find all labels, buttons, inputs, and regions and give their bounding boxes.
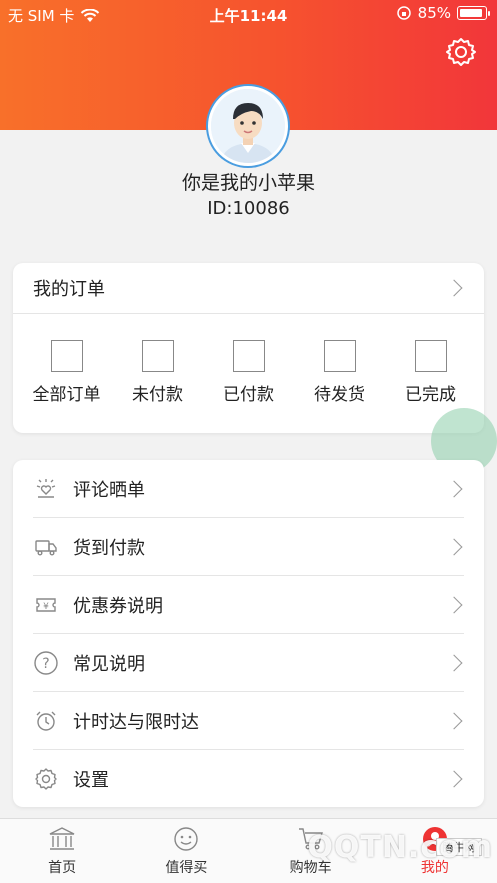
battery-icon — [457, 6, 490, 20]
order-status-label: 已付款 — [223, 385, 274, 405]
menu-item-label: 货到付款 — [73, 538, 145, 559]
question-icon: ? — [33, 650, 59, 676]
gear-icon — [33, 766, 59, 792]
avatar[interactable] — [208, 86, 288, 166]
menu-item-label: 评论晒单 — [73, 480, 145, 501]
truck-icon — [33, 534, 59, 560]
menu-item-cod[interactable]: 货到付款 — [13, 518, 484, 576]
face-icon — [171, 825, 201, 853]
menu-item-label: 常见说明 — [73, 654, 145, 675]
menu-item-delivery-timing[interactable]: 计时达与限时达 — [13, 692, 484, 750]
tab-label: 首页 — [48, 860, 77, 876]
bank-icon — [47, 825, 77, 853]
chevron-right-icon — [445, 654, 463, 672]
settings-gear-icon[interactable] — [445, 36, 477, 68]
menu-item-reviews[interactable]: 评论晒单 — [13, 460, 484, 518]
menu-item-label: 设置 — [73, 770, 109, 791]
battery-percent: 85% — [417, 4, 451, 22]
alarm-icon — [33, 708, 59, 734]
status-bar: 无 SIM 卡 上午11:44 85% — [0, 0, 497, 30]
chevron-right-icon — [445, 279, 463, 297]
order-to-ship-icon — [323, 340, 356, 372]
menu-item-settings[interactable]: 设置 — [13, 750, 484, 808]
menu-item-coupon[interactable]: ¥ 优惠券说明 — [13, 576, 484, 634]
order-status-paid[interactable]: 已付款 — [203, 340, 294, 405]
menu-item-faq[interactable]: ? 常见说明 — [13, 634, 484, 692]
order-status-label: 已完成 — [405, 385, 456, 405]
orders-card: 我的订单 全部订单 未付款 已付款 待发货 已完成 — [13, 263, 484, 433]
menu-item-label: 优惠券说明 — [73, 596, 163, 617]
svg-text:?: ? — [42, 656, 49, 672]
order-all-icon — [50, 340, 83, 372]
order-status-unpaid[interactable]: 未付款 — [112, 340, 203, 405]
chevron-right-icon — [445, 538, 463, 556]
svg-text:¥: ¥ — [43, 602, 49, 612]
order-paid-icon — [232, 340, 265, 372]
order-status-completed[interactable]: 已完成 — [385, 340, 476, 405]
username: 你是我的小苹果 — [181, 172, 315, 194]
order-status-label: 待发货 — [314, 385, 365, 405]
coupon-icon: ¥ — [33, 592, 59, 618]
watermark-logo: QQTN.com — [307, 830, 493, 865]
chevron-right-icon — [445, 712, 463, 730]
menu-item-label: 计时达与限时达 — [73, 712, 199, 733]
sun-heart-icon — [33, 476, 59, 502]
my-orders-title: 我的订单 — [33, 279, 105, 300]
order-status-label: 全部订单 — [32, 385, 101, 405]
menu-card: 评论晒单 货到付款 ¥ 优惠券说明 ? 常见说明 计时达与限时达 设置 — [13, 460, 484, 807]
order-unpaid-icon — [141, 340, 174, 372]
rotation-lock-icon — [396, 6, 411, 20]
chevron-right-icon — [445, 480, 463, 498]
tab-worth-buying[interactable]: 值得买 — [124, 819, 248, 883]
user-id: ID:10086 — [207, 198, 290, 219]
chevron-right-icon — [445, 596, 463, 614]
order-status-to-ship[interactable]: 待发货 — [294, 340, 385, 405]
order-status-all[interactable]: 全部订单 — [21, 340, 112, 405]
chevron-right-icon — [445, 770, 463, 788]
order-status-label: 未付款 — [132, 385, 183, 405]
tab-label: 值得买 — [165, 860, 208, 876]
order-completed-icon — [414, 340, 447, 372]
avatar-image — [211, 89, 285, 163]
tab-home[interactable]: 首页 — [0, 819, 124, 883]
my-orders-row[interactable]: 我的订单 — [13, 263, 484, 314]
